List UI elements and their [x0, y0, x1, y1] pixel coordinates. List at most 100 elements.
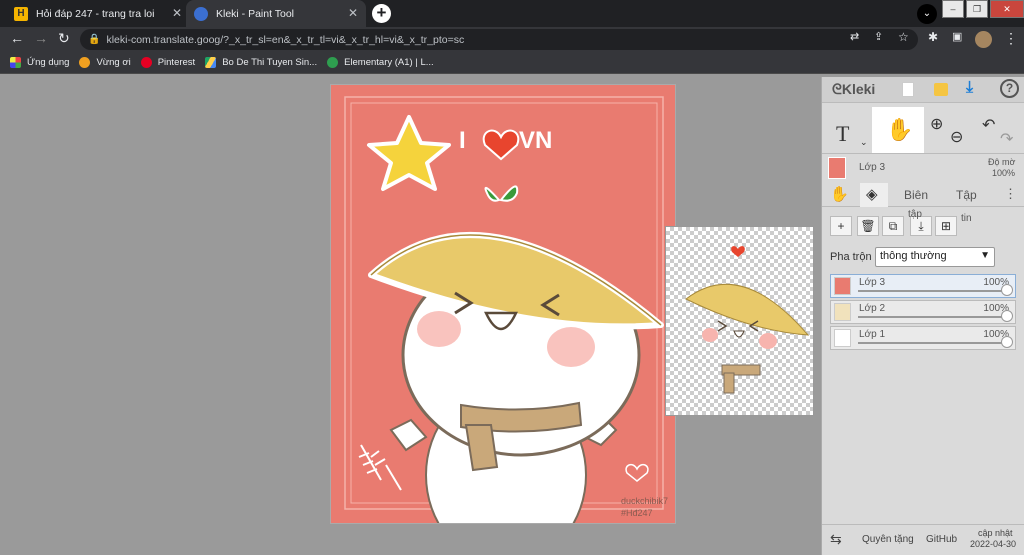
sidebar-icon[interactable]: ▣: [952, 30, 962, 43]
lock-icon: 🔒: [88, 34, 101, 45]
translate-icon[interactable]: ⇄: [850, 30, 859, 43]
tab-edit[interactable]: Biên: [904, 188, 928, 202]
panel-header: ᘓKleki ⤓ ?: [822, 77, 1024, 103]
artwork-illustration: [331, 85, 675, 523]
kleki-panel: ᘓKleki ⤓ ? T ⌄ ✋ ⊕ ⊖ ↶ ↷ Lớp 3 Độ mờ 100…: [821, 77, 1024, 555]
merge-icon: ⤓: [918, 219, 924, 233]
bookmarks-bar: Ứng dụng Vừng ơi Pinterest Bo De Thi Tuy…: [0, 52, 1024, 74]
current-layer-row: Lớp 3 Độ mờ 100%: [822, 153, 1024, 183]
forward-icon[interactable]: →: [34, 30, 48, 46]
apps-grid-icon: [10, 57, 21, 68]
minimize-button[interactable]: –: [942, 0, 964, 18]
chevron-down-icon: ▼: [980, 250, 990, 261]
bookmark-star-icon[interactable]: ☆: [898, 30, 909, 44]
layer-item-2[interactable]: Lớp 2 100%: [830, 300, 1016, 324]
updated-date: 2022-04-30: [970, 539, 1017, 549]
menu-icon[interactable]: ⋮: [1004, 30, 1018, 47]
chevron-down-icon[interactable]: ⌄: [860, 137, 868, 148]
duplicate-icon: ⧉: [888, 219, 898, 233]
headline-word: VN: [519, 127, 553, 154]
slider-knob[interactable]: [1001, 310, 1013, 322]
blend-mode-select[interactable]: thông thường ▼: [875, 247, 995, 267]
avatar[interactable]: [975, 31, 992, 48]
tab-title: Kleki - Paint Tool: [216, 7, 295, 20]
help-icon[interactable]: ?: [1000, 79, 1019, 98]
bookmark-pinterest[interactable]: Pinterest: [140, 57, 195, 68]
reload-icon[interactable]: ↻: [58, 30, 70, 47]
restore-button[interactable]: ❐: [966, 0, 988, 18]
tab-search-icon[interactable]: ⌄: [917, 4, 937, 24]
updated-label: cập nhật: [978, 528, 1013, 538]
text-tool-button[interactable]: T: [836, 121, 849, 147]
bookmark-elementary[interactable]: Elementary (A1) | L...: [327, 57, 434, 68]
opacity-value: 100%: [992, 168, 1016, 178]
address-bar[interactable]: 🔒 kleki-com.translate.goog/?_x_tr_sl=en&…: [80, 29, 918, 50]
delete-layer-button[interactable]: 🗑: [857, 216, 879, 236]
slider-knob[interactable]: [1001, 336, 1013, 348]
zoom-out-icon[interactable]: ⊖: [950, 127, 963, 147]
bookmark-bo-de[interactable]: Bo De Thi Tuyen Sin...: [205, 57, 317, 68]
layer-thumbnail: [834, 303, 851, 321]
info-label: tin: [961, 213, 972, 224]
swap-side-icon[interactable]: ⇆: [830, 531, 842, 548]
tab-hoidap[interactable]: H Hỏi đáp 247 - trang tra loi ✕: [6, 0, 190, 27]
layer-opacity-slider[interactable]: [858, 290, 1005, 292]
bookmark-vung-oi[interactable]: Vừng ơi: [79, 57, 131, 68]
window-controls: – ❐ ✕: [940, 0, 1024, 20]
layer-opacity-slider[interactable]: [858, 342, 1005, 344]
new-tab-button[interactable]: +: [372, 4, 391, 23]
bookmark-apps[interactable]: Ứng dụng: [10, 57, 69, 68]
close-window-button[interactable]: ✕: [990, 0, 1024, 18]
tab-title: Hỏi đáp 247 - trang tra loi: [36, 7, 155, 20]
layer-preview: [665, 226, 814, 416]
tab-layers[interactable]: ◈: [860, 183, 888, 207]
duplicate-layer-button[interactable]: ⧉: [882, 216, 904, 236]
new-image-icon[interactable]: [902, 82, 914, 97]
hoidap-favicon-icon: H: [14, 6, 28, 21]
panel-tabs: ✋ ◈ Biên Tập ⋮: [822, 183, 1024, 207]
tab-hand[interactable]: ✋: [830, 185, 849, 203]
zoom-in-icon[interactable]: ⊕: [930, 114, 943, 134]
current-layer-name: Lớp 3: [859, 162, 886, 173]
rename-icon: ⊞: [940, 219, 952, 233]
layer-opacity-slider[interactable]: [858, 316, 1005, 318]
kleki-favicon-icon: [194, 6, 208, 21]
close-icon[interactable]: ✕: [172, 6, 182, 20]
slider-knob[interactable]: [1001, 284, 1013, 296]
tab-kleki[interactable]: Kleki - Paint Tool ✕: [186, 0, 366, 27]
layer-thumbnail: [834, 329, 851, 347]
watermark-text: #Hđ247: [621, 508, 653, 518]
drive-icon: [205, 57, 217, 68]
hand-icon: ✋: [886, 117, 914, 142]
layer-item-1[interactable]: Lớp 1 100%: [830, 326, 1016, 350]
open-folder-icon[interactable]: [934, 83, 948, 96]
download-icon[interactable]: ⤓: [966, 79, 973, 97]
add-layer-button[interactable]: +: [830, 216, 852, 236]
url-text: kleki-com.translate.goog/?_x_tr_sl=en&_x…: [106, 33, 465, 46]
signature-text: duckchibik7: [621, 496, 669, 506]
hand-tool-button[interactable]: ✋: [872, 107, 924, 153]
redo-icon[interactable]: ↷: [1000, 129, 1013, 149]
hand-icon: ✋: [830, 186, 849, 203]
layers-icon: ◈: [866, 186, 878, 203]
github-link[interactable]: GitHub: [926, 534, 957, 545]
opacity-label: Độ mờ: [988, 157, 1016, 167]
tab-bar: H Hỏi đáp 247 - trang tra loi ✕ Kleki - …: [0, 0, 1024, 27]
current-layer-thumbnail: [828, 157, 846, 179]
elementary-icon: [327, 57, 339, 68]
blend-label: Pha trộn: [830, 251, 872, 263]
drawing-canvas[interactable]: I VN duckchibik7 #Hđ247: [330, 84, 676, 524]
rename-layer-button[interactable]: ⊞: [935, 216, 957, 236]
donate-link[interactable]: Quyên tặng: [862, 534, 914, 545]
extensions-icon[interactable]: ✱: [928, 30, 938, 44]
layer-item-3[interactable]: Lớp 3 100%: [830, 274, 1016, 298]
back-icon[interactable]: ←: [10, 30, 24, 46]
trash-icon: 🗑: [860, 219, 876, 233]
tab-file[interactable]: Tập: [956, 188, 977, 202]
close-icon[interactable]: ✕: [348, 6, 358, 20]
share-icon[interactable]: ⇪: [874, 30, 883, 43]
panel-footer: ⇆ Quyên tặng GitHub cập nhật 2022-04-30: [822, 524, 1024, 555]
headline-letter: I: [459, 127, 466, 154]
undo-icon[interactable]: ↶: [982, 115, 995, 135]
more-icon[interactable]: ⋮: [1004, 186, 1017, 202]
